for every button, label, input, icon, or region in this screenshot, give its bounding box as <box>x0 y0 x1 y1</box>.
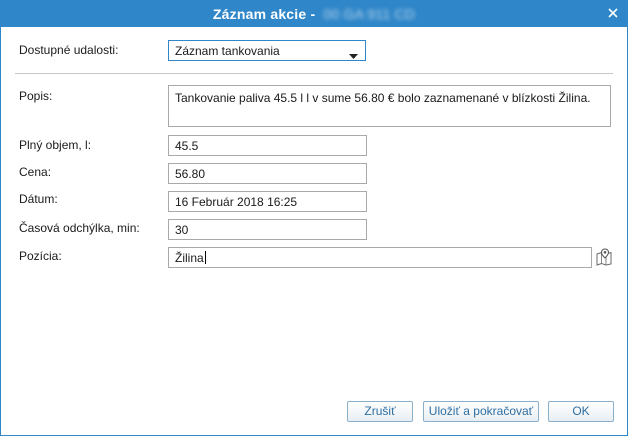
dialog-titlebar: Záznam akcie - 00 GA 911 CD <box>1 1 627 27</box>
offset-input[interactable]: 30 <box>168 219 367 240</box>
cancel-button[interactable]: Zrušiť <box>347 401 413 422</box>
events-label: Dostupné udalosti: <box>19 43 119 57</box>
events-select[interactable]: Záznam tankovania <box>168 40 366 61</box>
price-input[interactable]: 56.80 <box>168 163 367 184</box>
plate-number-redacted: 00 GA 911 CD <box>323 6 416 22</box>
volume-label: Plný objem, l: <box>19 138 92 152</box>
price-label: Cena: <box>19 165 52 179</box>
position-value: Žilina <box>175 251 204 265</box>
price-value: 56.80 <box>175 167 206 181</box>
offset-value: 30 <box>175 223 189 237</box>
event-record-dialog: Záznam akcie - 00 GA 911 CD Dostupné uda… <box>0 0 628 436</box>
close-icon[interactable] <box>605 5 621 21</box>
events-selected-value: Záznam tankovania <box>175 44 280 58</box>
description-value: Tankovanie paliva 45.5 l l v sume 56.80 … <box>175 91 591 105</box>
text-cursor <box>204 251 206 264</box>
ok-button[interactable]: OK <box>548 401 614 422</box>
volume-value: 45.5 <box>175 139 199 153</box>
position-text: Žilina <box>175 251 206 265</box>
position-input[interactable]: Žilina <box>168 247 592 268</box>
dialog-title: Záznam akcie - 00 GA 911 CD <box>1 6 627 22</box>
offset-label: Časová odchýlka, min: <box>19 221 140 235</box>
map-pin-icon[interactable] <box>596 248 614 266</box>
dialog-title-text: Záznam akcie - <box>212 6 316 22</box>
save-continue-button[interactable]: Uložiť a pokračovať <box>423 401 539 422</box>
description-label: Popis: <box>19 89 53 103</box>
description-textarea[interactable]: Tankovanie paliva 45.5 l l v sume 56.80 … <box>168 85 611 127</box>
date-value: 16 Február 2018 16:25 <box>175 195 298 209</box>
position-label: Pozícia: <box>19 249 62 263</box>
volume-input[interactable]: 45.5 <box>168 135 367 156</box>
section-divider <box>15 73 613 74</box>
date-label: Dátum: <box>19 192 58 206</box>
date-input[interactable]: 16 Február 2018 16:25 <box>168 191 367 212</box>
chevron-down-icon <box>349 49 358 63</box>
